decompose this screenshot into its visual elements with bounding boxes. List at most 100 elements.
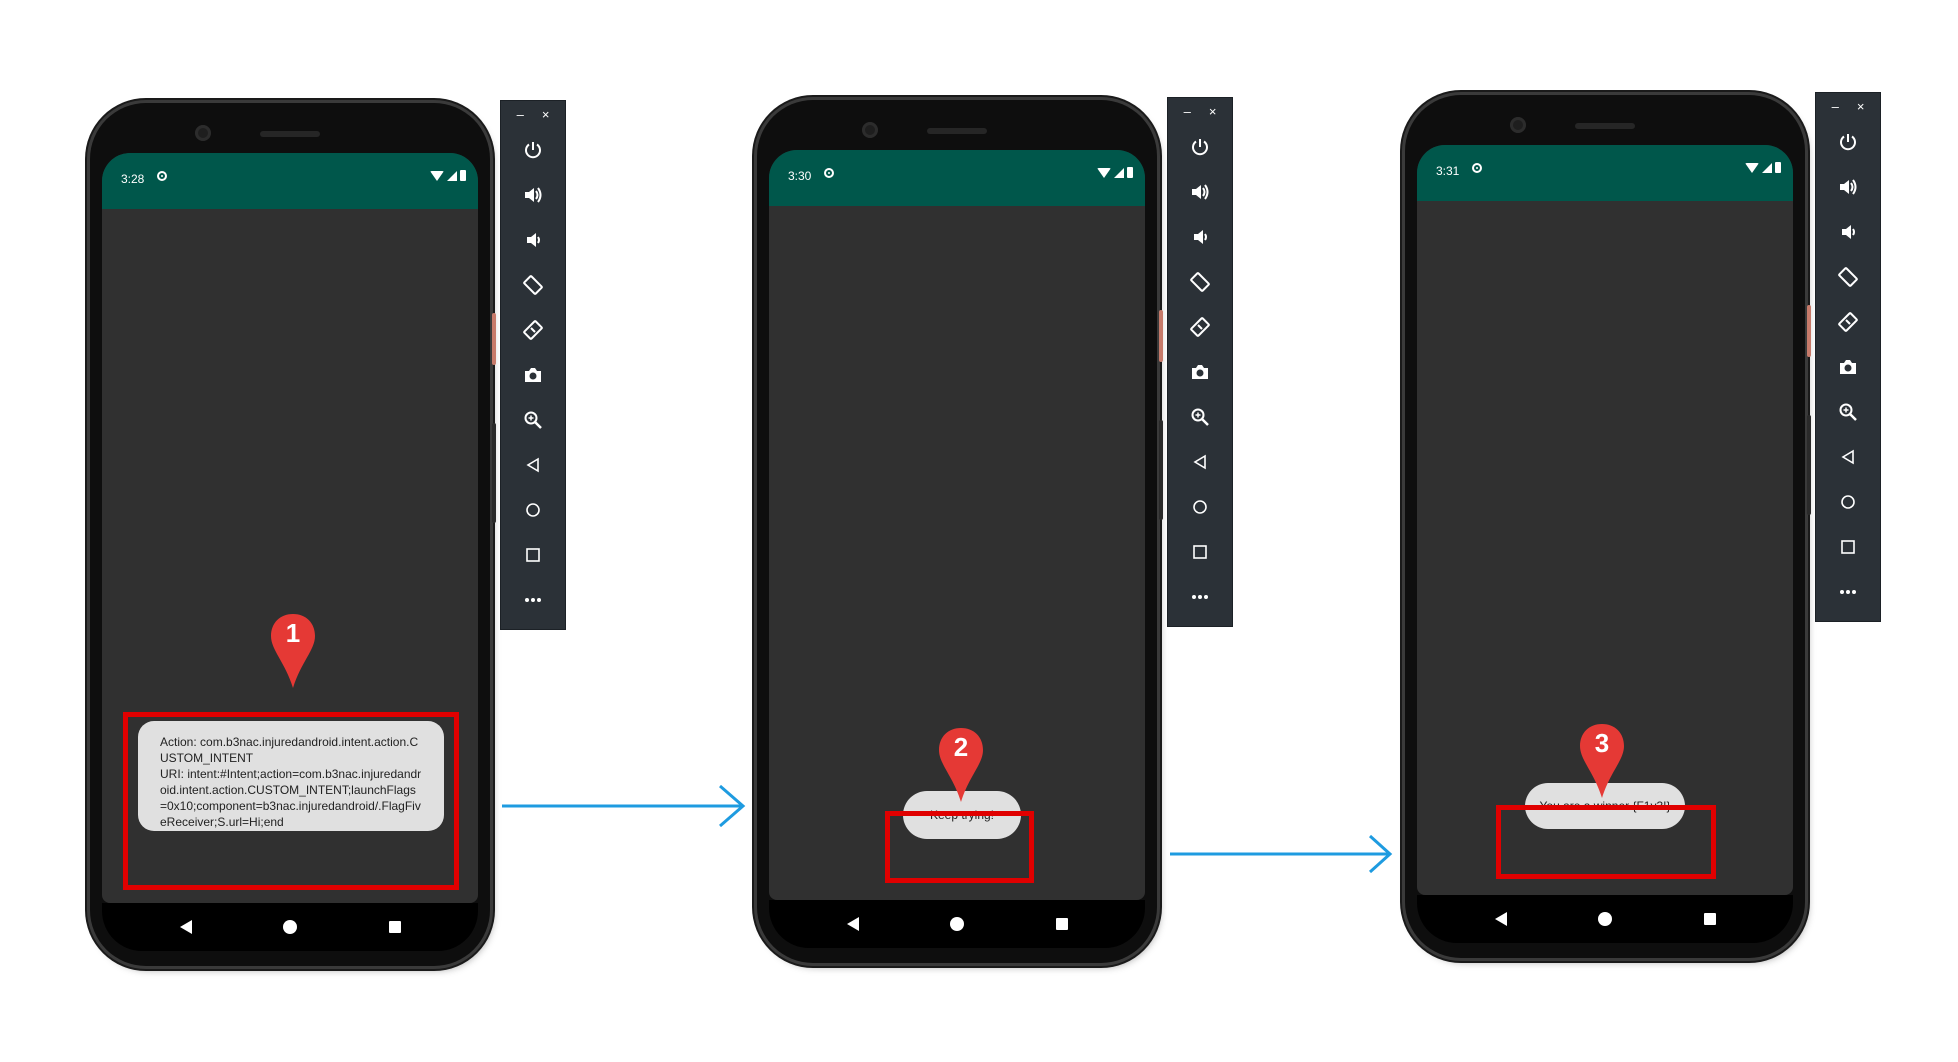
home-icon[interactable] (1168, 484, 1232, 529)
more-icon[interactable] (1816, 569, 1880, 614)
minimize-button[interactable]: – (1184, 104, 1191, 119)
more-icon[interactable] (1168, 574, 1232, 619)
volume-side-button[interactable] (1807, 415, 1811, 515)
window-controls: – × (1816, 93, 1880, 119)
camera-icon[interactable] (501, 352, 565, 397)
rotate-left-icon[interactable] (1816, 254, 1880, 299)
tutorial-figure: 3:28 Action: com.b3nac.injuredandroid.in… (0, 0, 1958, 1062)
step-number: 2 (953, 732, 969, 762)
volume-down-icon[interactable] (501, 217, 565, 262)
signal-icon (447, 170, 457, 181)
power-side-button[interactable] (492, 313, 496, 365)
flow-arrow-1 (502, 784, 746, 828)
volume-up-icon[interactable] (1816, 164, 1880, 209)
nav-recents-button[interactable] (389, 921, 401, 933)
nav-home-button[interactable] (1598, 912, 1612, 926)
emulator-toolbar-1: – × (500, 100, 566, 630)
power-icon[interactable] (501, 127, 565, 172)
power-side-button[interactable] (1807, 305, 1811, 357)
status-clock: 3:30 (788, 169, 812, 183)
battery-icon (460, 170, 466, 181)
step-marker-2: 2 (937, 726, 985, 804)
sync-icon (157, 171, 167, 181)
power-side-button[interactable] (1159, 310, 1163, 362)
sync-icon (824, 168, 834, 178)
overview-icon[interactable] (501, 532, 565, 577)
rotate-right-icon[interactable] (1816, 299, 1880, 344)
volume-down-icon[interactable] (1816, 209, 1880, 254)
highlight-box-2 (885, 811, 1034, 883)
step-marker-3: 3 (1578, 722, 1626, 800)
close-button[interactable]: × (1857, 99, 1865, 114)
more-icon[interactable] (501, 577, 565, 622)
volume-side-button[interactable] (492, 423, 496, 523)
step-marker-1: 1 (269, 612, 317, 690)
close-button[interactable]: × (1209, 104, 1217, 119)
volume-up-icon[interactable] (501, 172, 565, 217)
highlight-box-3 (1496, 805, 1716, 879)
highlight-box-1 (123, 712, 459, 890)
sync-icon (1472, 163, 1482, 173)
nav-home-button[interactable] (283, 920, 297, 934)
camera-icon[interactable] (1816, 344, 1880, 389)
earpiece-speaker (260, 131, 320, 137)
battery-icon (1775, 162, 1781, 173)
signal-icon (1114, 167, 1124, 178)
battery-icon (1127, 167, 1133, 178)
front-camera (1510, 117, 1526, 133)
window-controls: – × (501, 101, 565, 127)
emulator-toolbar-3: – × (1815, 92, 1881, 622)
minimize-button[interactable]: – (517, 107, 524, 122)
home-icon[interactable] (1816, 479, 1880, 524)
window-controls: – × (1168, 98, 1232, 124)
nav-recents-button[interactable] (1056, 918, 1068, 930)
wifi-icon (1097, 167, 1111, 178)
navigation-bar (1417, 895, 1793, 943)
status-clock: 3:31 (1436, 164, 1460, 178)
zoom-icon[interactable] (501, 397, 565, 442)
status-bar: 3:30 (769, 150, 1145, 206)
flow-arrow-2 (1170, 834, 1393, 874)
system-icons (1745, 162, 1781, 173)
system-icons (430, 170, 466, 181)
nav-back-button[interactable] (847, 917, 859, 931)
rotate-left-icon[interactable] (501, 262, 565, 307)
back-icon[interactable] (1168, 439, 1232, 484)
earpiece-speaker (927, 128, 987, 134)
zoom-icon[interactable] (1168, 394, 1232, 439)
status-bar: 3:31 (1417, 145, 1793, 201)
rotate-right-icon[interactable] (501, 307, 565, 352)
home-icon[interactable] (501, 487, 565, 532)
rotate-right-icon[interactable] (1168, 304, 1232, 349)
volume-up-icon[interactable] (1168, 169, 1232, 214)
nav-home-button[interactable] (950, 917, 964, 931)
back-icon[interactable] (501, 442, 565, 487)
status-clock: 3:28 (121, 172, 145, 186)
system-icons (1097, 167, 1133, 178)
status-bar: 3:28 (102, 153, 478, 209)
nav-back-button[interactable] (1495, 912, 1507, 926)
front-camera (195, 125, 211, 141)
volume-down-icon[interactable] (1168, 214, 1232, 259)
wifi-icon (1745, 162, 1759, 173)
overview-icon[interactable] (1168, 529, 1232, 574)
volume-side-button[interactable] (1159, 420, 1163, 520)
back-icon[interactable] (1816, 434, 1880, 479)
camera-icon[interactable] (1168, 349, 1232, 394)
step-number: 3 (1594, 728, 1610, 758)
navigation-bar (769, 900, 1145, 948)
power-icon[interactable] (1168, 124, 1232, 169)
close-button[interactable]: × (542, 107, 550, 122)
earpiece-speaker (1575, 123, 1635, 129)
rotate-left-icon[interactable] (1168, 259, 1232, 304)
overview-icon[interactable] (1816, 524, 1880, 569)
nav-recents-button[interactable] (1704, 913, 1716, 925)
step-number: 1 (285, 618, 301, 648)
zoom-icon[interactable] (1816, 389, 1880, 434)
minimize-button[interactable]: – (1832, 99, 1839, 114)
nav-back-button[interactable] (180, 920, 192, 934)
signal-icon (1762, 162, 1772, 173)
wifi-icon (430, 170, 444, 181)
power-icon[interactable] (1816, 119, 1880, 164)
front-camera (862, 122, 878, 138)
